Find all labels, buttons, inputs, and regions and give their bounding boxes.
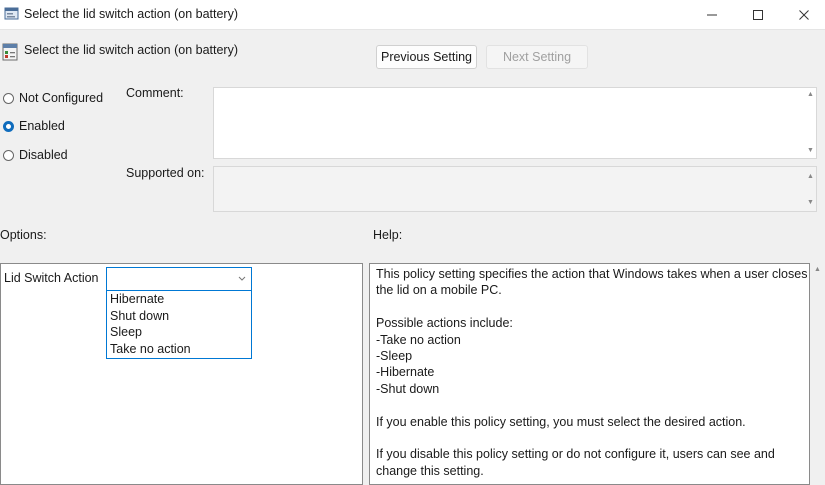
lid-switch-action-label: Lid Switch Action (4, 271, 99, 285)
help-list-item: -Shut down (376, 381, 440, 396)
comment-label: Comment: (126, 86, 184, 100)
radio-disabled[interactable]: Disabled (3, 146, 68, 164)
scroll-up-icon[interactable]: ▲ (806, 172, 815, 181)
radio-label: Enabled (19, 119, 65, 133)
supported-on-label: Supported on: (126, 166, 205, 180)
policy-editor-icon (4, 6, 20, 22)
radio-circle-icon (3, 149, 14, 161)
comment-textarea[interactable] (213, 87, 817, 159)
radio-enabled[interactable]: Enabled (3, 117, 65, 135)
minimize-button[interactable] (689, 0, 735, 29)
help-list-item: -Hibernate (376, 365, 435, 380)
lid-switch-action-select[interactable] (106, 267, 252, 291)
scroll-up-icon[interactable]: ▲ (814, 266, 821, 273)
radio-circle-icon (3, 92, 14, 104)
policy-setting-icon (2, 43, 18, 61)
help-paragraph: If you enable this policy setting, you m… (376, 414, 746, 429)
help-list-item: -Sleep (376, 349, 413, 364)
minimize-icon (707, 14, 717, 15)
scroll-down-icon[interactable]: ▼ (806, 146, 815, 155)
radio-not-configured[interactable]: Not Configured (3, 89, 103, 107)
dropdown-option-hibernate[interactable]: Hibernate (107, 291, 251, 308)
next-setting-button[interactable]: Next Setting (486, 45, 588, 69)
help-list-item: -Take no action (376, 332, 461, 347)
radio-label: Disabled (19, 148, 68, 162)
radio-selected-icon (3, 120, 14, 132)
options-section-label: Options: (0, 228, 47, 242)
dropdown-option-shut-down[interactable]: Shut down (107, 308, 251, 325)
radio-label: Not Configured (19, 91, 104, 105)
policy-title: Select the lid switch action (on battery… (24, 43, 238, 57)
maximize-icon (753, 9, 763, 20)
scroll-down-icon[interactable]: ▼ (806, 198, 815, 207)
help-scrollbar[interactable]: ▲ (811, 263, 825, 485)
help-section-label: Help: (373, 228, 403, 242)
help-text: This policy setting specifies the action… (376, 266, 808, 479)
help-paragraph: Possible actions include: (376, 316, 513, 331)
dropdown-option-sleep[interactable]: Sleep (107, 324, 251, 341)
chevron-down-icon (238, 276, 246, 281)
close-button[interactable] (781, 0, 825, 29)
help-paragraph: This policy setting specifies the action… (376, 267, 808, 298)
close-icon (799, 9, 809, 20)
dropdown-option-take-no-action[interactable]: Take no action (107, 341, 251, 358)
help-paragraph: If you disable this policy setting or do… (376, 447, 775, 478)
window-title: Select the lid switch action (on battery… (24, 7, 238, 21)
scroll-up-icon[interactable]: ▲ (806, 90, 815, 99)
maximize-button[interactable] (735, 0, 781, 29)
supported-on-field (213, 166, 817, 212)
previous-setting-button[interactable]: Previous Setting (376, 45, 477, 69)
lid-switch-dropdown-list: Hibernate Shut down Sleep Take no action (106, 291, 252, 359)
